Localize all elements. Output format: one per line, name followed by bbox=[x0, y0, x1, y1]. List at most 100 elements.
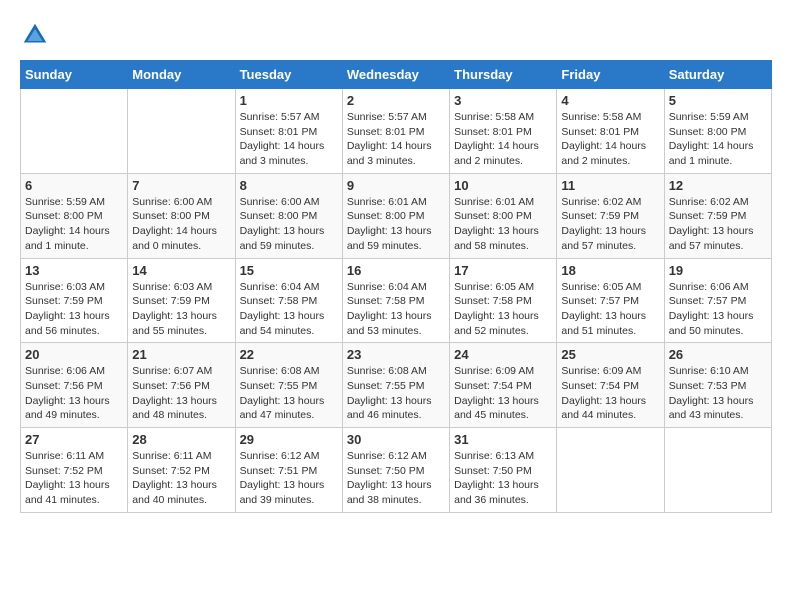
calendar-week-row: 20Sunrise: 6:06 AM Sunset: 7:56 PM Dayli… bbox=[21, 343, 772, 428]
calendar-header-row: SundayMondayTuesdayWednesdayThursdayFrid… bbox=[21, 61, 772, 89]
calendar-cell: 23 Sunrise: 6:08 AM Sunset: 7:55 PM Dayli… bbox=[342, 343, 449, 428]
day-info: Sunrise: 6:05 AM Sunset: 7:58 PM Dayligh… bbox=[454, 280, 552, 339]
calendar-cell: 29 Sunrise: 6:12 AM Sunset: 7:51 PM Dayli… bbox=[235, 428, 342, 513]
calendar-cell: 2Sunrise: 5:57 AM Sunset: 8:01 PM Daylig… bbox=[342, 89, 449, 174]
day-number: 8 bbox=[240, 178, 338, 193]
calendar-cell: 6 Sunrise: 5:59 AM Sunset: 8:00 PM Daylig… bbox=[21, 173, 128, 258]
calendar-cell: 22 Sunrise: 6:08 AM Sunset: 7:55 PM Dayli… bbox=[235, 343, 342, 428]
day-number: 18 bbox=[561, 263, 659, 278]
calendar-cell: 12 Sunrise: 6:02 AM Sunset: 7:59 PM Dayli… bbox=[664, 173, 771, 258]
calendar-cell: 30 Sunrise: 6:12 AM Sunset: 7:50 PM Dayli… bbox=[342, 428, 449, 513]
day-number: 23 bbox=[347, 347, 445, 362]
calendar-cell: 13 Sunrise: 6:03 AM Sunset: 7:59 PM Dayli… bbox=[21, 258, 128, 343]
day-number: 14 bbox=[132, 263, 230, 278]
day-info: Sunrise: 6:04 AM Sunset: 7:58 PM Dayligh… bbox=[347, 280, 445, 339]
day-number: 27 bbox=[25, 432, 123, 447]
day-number: 4 bbox=[561, 93, 659, 108]
calendar-cell: 5 Sunrise: 5:59 AM Sunset: 8:00 PM Daylig… bbox=[664, 89, 771, 174]
day-info: Sunrise: 6:09 AM Sunset: 7:54 PM Dayligh… bbox=[454, 364, 552, 423]
calendar-body: 1Sunrise: 5:57 AM Sunset: 8:01 PM Daylig… bbox=[21, 89, 772, 513]
day-info: Sunrise: 6:03 AM Sunset: 7:59 PM Dayligh… bbox=[25, 280, 123, 339]
calendar-cell: 7Sunrise: 6:00 AM Sunset: 8:00 PM Daylig… bbox=[128, 173, 235, 258]
day-info: Sunrise: 6:03 AM Sunset: 7:59 PM Dayligh… bbox=[132, 280, 230, 339]
calendar-cell: 10Sunrise: 6:01 AM Sunset: 8:00 PM Dayli… bbox=[450, 173, 557, 258]
day-info: Sunrise: 6:13 AM Sunset: 7:50 PM Dayligh… bbox=[454, 449, 552, 508]
day-number: 2 bbox=[347, 93, 445, 108]
calendar-cell: 25 Sunrise: 6:09 AM Sunset: 7:54 PM Dayli… bbox=[557, 343, 664, 428]
calendar-cell: 28Sunrise: 6:11 AM Sunset: 7:52 PM Dayli… bbox=[128, 428, 235, 513]
day-number: 30 bbox=[347, 432, 445, 447]
day-info: Sunrise: 6:11 AM Sunset: 7:52 PM Dayligh… bbox=[25, 449, 123, 508]
day-info: Sunrise: 6:10 AM Sunset: 7:53 PM Dayligh… bbox=[669, 364, 767, 423]
day-number: 3 bbox=[454, 93, 552, 108]
day-info: Sunrise: 6:05 AM Sunset: 7:57 PM Dayligh… bbox=[561, 280, 659, 339]
logo bbox=[20, 20, 54, 50]
calendar-table: SundayMondayTuesdayWednesdayThursdayFrid… bbox=[20, 60, 772, 513]
day-info: Sunrise: 6:01 AM Sunset: 8:00 PM Dayligh… bbox=[347, 195, 445, 254]
calendar-cell: 1Sunrise: 5:57 AM Sunset: 8:01 PM Daylig… bbox=[235, 89, 342, 174]
calendar-cell bbox=[21, 89, 128, 174]
day-info: Sunrise: 5:58 AM Sunset: 8:01 PM Dayligh… bbox=[561, 110, 659, 169]
calendar-cell: 27 Sunrise: 6:11 AM Sunset: 7:52 PM Dayli… bbox=[21, 428, 128, 513]
weekday-header: Sunday bbox=[21, 61, 128, 89]
calendar-week-row: 6 Sunrise: 5:59 AM Sunset: 8:00 PM Daylig… bbox=[21, 173, 772, 258]
calendar-cell: 15 Sunrise: 6:04 AM Sunset: 7:58 PM Dayli… bbox=[235, 258, 342, 343]
day-number: 13 bbox=[25, 263, 123, 278]
calendar-cell: 14 Sunrise: 6:03 AM Sunset: 7:59 PM Dayli… bbox=[128, 258, 235, 343]
calendar-week-row: 1Sunrise: 5:57 AM Sunset: 8:01 PM Daylig… bbox=[21, 89, 772, 174]
calendar-cell: 18 Sunrise: 6:05 AM Sunset: 7:57 PM Dayli… bbox=[557, 258, 664, 343]
day-info: Sunrise: 6:06 AM Sunset: 7:57 PM Dayligh… bbox=[669, 280, 767, 339]
day-info: Sunrise: 6:08 AM Sunset: 7:55 PM Dayligh… bbox=[347, 364, 445, 423]
day-number: 16 bbox=[347, 263, 445, 278]
day-info: Sunrise: 6:00 AM Sunset: 8:00 PM Dayligh… bbox=[132, 195, 230, 254]
day-info: Sunrise: 6:11 AM Sunset: 7:52 PM Dayligh… bbox=[132, 449, 230, 508]
day-number: 11 bbox=[561, 178, 659, 193]
day-number: 19 bbox=[669, 263, 767, 278]
day-number: 25 bbox=[561, 347, 659, 362]
calendar-cell: 8Sunrise: 6:00 AM Sunset: 8:00 PM Daylig… bbox=[235, 173, 342, 258]
weekday-header: Friday bbox=[557, 61, 664, 89]
day-info: Sunrise: 5:59 AM Sunset: 8:00 PM Dayligh… bbox=[25, 195, 123, 254]
calendar-cell: 19 Sunrise: 6:06 AM Sunset: 7:57 PM Dayli… bbox=[664, 258, 771, 343]
day-number: 15 bbox=[240, 263, 338, 278]
calendar-cell: 24 Sunrise: 6:09 AM Sunset: 7:54 PM Dayli… bbox=[450, 343, 557, 428]
calendar-cell: 20Sunrise: 6:06 AM Sunset: 7:56 PM Dayli… bbox=[21, 343, 128, 428]
weekday-header: Wednesday bbox=[342, 61, 449, 89]
day-info: Sunrise: 6:02 AM Sunset: 7:59 PM Dayligh… bbox=[669, 195, 767, 254]
day-number: 22 bbox=[240, 347, 338, 362]
calendar-cell bbox=[128, 89, 235, 174]
calendar-cell bbox=[664, 428, 771, 513]
day-number: 20 bbox=[25, 347, 123, 362]
day-number: 24 bbox=[454, 347, 552, 362]
day-info: Sunrise: 6:04 AM Sunset: 7:58 PM Dayligh… bbox=[240, 280, 338, 339]
calendar-cell: 31 Sunrise: 6:13 AM Sunset: 7:50 PM Dayli… bbox=[450, 428, 557, 513]
weekday-header: Tuesday bbox=[235, 61, 342, 89]
day-info: Sunrise: 6:08 AM Sunset: 7:55 PM Dayligh… bbox=[240, 364, 338, 423]
calendar-cell: 21Sunrise: 6:07 AM Sunset: 7:56 PM Dayli… bbox=[128, 343, 235, 428]
calendar-week-row: 13 Sunrise: 6:03 AM Sunset: 7:59 PM Dayli… bbox=[21, 258, 772, 343]
calendar-cell bbox=[557, 428, 664, 513]
calendar-cell: 26 Sunrise: 6:10 AM Sunset: 7:53 PM Dayli… bbox=[664, 343, 771, 428]
day-number: 6 bbox=[25, 178, 123, 193]
calendar-cell: 16 Sunrise: 6:04 AM Sunset: 7:58 PM Dayli… bbox=[342, 258, 449, 343]
day-number: 12 bbox=[669, 178, 767, 193]
calendar-week-row: 27 Sunrise: 6:11 AM Sunset: 7:52 PM Dayli… bbox=[21, 428, 772, 513]
day-info: Sunrise: 6:09 AM Sunset: 7:54 PM Dayligh… bbox=[561, 364, 659, 423]
day-number: 5 bbox=[669, 93, 767, 108]
day-number: 10 bbox=[454, 178, 552, 193]
day-number: 26 bbox=[669, 347, 767, 362]
day-info: Sunrise: 5:59 AM Sunset: 8:00 PM Dayligh… bbox=[669, 110, 767, 169]
calendar-cell: 4 Sunrise: 5:58 AM Sunset: 8:01 PM Daylig… bbox=[557, 89, 664, 174]
day-number: 17 bbox=[454, 263, 552, 278]
day-number: 31 bbox=[454, 432, 552, 447]
day-info: Sunrise: 6:02 AM Sunset: 7:59 PM Dayligh… bbox=[561, 195, 659, 254]
day-info: Sunrise: 5:57 AM Sunset: 8:01 PM Dayligh… bbox=[240, 110, 338, 169]
day-number: 9 bbox=[347, 178, 445, 193]
page-header bbox=[20, 20, 772, 50]
calendar-cell: 17 Sunrise: 6:05 AM Sunset: 7:58 PM Dayli… bbox=[450, 258, 557, 343]
logo-icon bbox=[20, 20, 50, 50]
day-info: Sunrise: 6:12 AM Sunset: 7:51 PM Dayligh… bbox=[240, 449, 338, 508]
day-number: 29 bbox=[240, 432, 338, 447]
day-info: Sunrise: 6:12 AM Sunset: 7:50 PM Dayligh… bbox=[347, 449, 445, 508]
weekday-header: Monday bbox=[128, 61, 235, 89]
